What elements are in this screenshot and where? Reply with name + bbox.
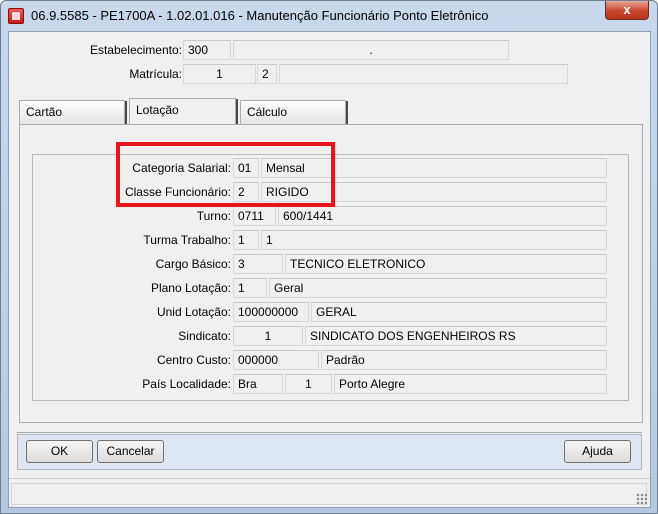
turno-label: Turno:	[196, 209, 231, 223]
matricula-field-2[interactable]: 2	[257, 64, 277, 84]
sindicato-desc-field[interactable]: SINDICATO DOS ENGENHEIROS RS	[305, 326, 607, 346]
turma-trabalho-code-field[interactable]: 1	[233, 230, 259, 250]
unid-lotacao-code-field[interactable]: 100000000	[233, 302, 309, 322]
app-window: 06.9.5585 - PE1700A - 1.02.01.016 - Manu…	[0, 0, 658, 514]
tab-lotacao-label: Lotação	[136, 103, 179, 117]
app-icon	[8, 8, 24, 24]
centro-custo-code-field[interactable]: 000000	[233, 350, 319, 370]
client-area: Estabelecimento: 300 . Matrícula: 1 2 Ca…	[8, 31, 651, 508]
tab-lotacao[interactable]: Lotação	[129, 98, 238, 124]
tab-divider	[125, 101, 127, 124]
matricula-field-1[interactable]: 1	[183, 64, 256, 84]
highlight-box	[116, 142, 335, 207]
sindicato-code-field[interactable]: 1	[233, 326, 303, 346]
tab-cartao-label: Cartão	[26, 105, 63, 119]
turno-code-field[interactable]: 0711	[233, 206, 276, 226]
help-button[interactable]: Ajuda	[564, 440, 631, 463]
close-button[interactable]: x	[605, 1, 649, 20]
cargo-basico-code-field[interactable]: 3	[233, 254, 283, 274]
plano-lotacao-label: Plano Lotação:	[150, 281, 231, 295]
estabelecimento-label: Estabelecimento:	[89, 43, 182, 57]
matricula-label: Matrícula:	[129, 67, 182, 81]
turno-desc-field[interactable]: 600/1441	[278, 206, 607, 226]
cargo-basico-desc-field[interactable]: TECNICO ELETRONICO	[285, 254, 607, 274]
pais-localidade-label: País Localidade:	[142, 377, 231, 391]
plano-lotacao-desc-field[interactable]: Geral	[269, 278, 607, 298]
localidade-code-field[interactable]: 1	[285, 374, 332, 394]
status-bar	[9, 478, 650, 507]
ok-button[interactable]: OK	[26, 440, 93, 463]
estabelecimento-code-field[interactable]: 300	[183, 40, 231, 60]
close-icon: x	[623, 2, 631, 17]
tab-calculo[interactable]: Cálculo	[240, 100, 348, 124]
status-cell	[11, 483, 647, 505]
localidade-desc-field[interactable]: Porto Alegre	[334, 374, 607, 394]
resize-grip-icon[interactable]	[636, 493, 647, 504]
estabelecimento-desc-field[interactable]: .	[233, 40, 509, 60]
turma-trabalho-desc-field[interactable]: 1	[261, 230, 607, 250]
tab-divider	[236, 99, 238, 124]
cancel-button[interactable]: Cancelar	[97, 440, 164, 463]
cargo-basico-label: Cargo Básico:	[155, 257, 231, 271]
bottom-separator	[17, 432, 642, 433]
centro-custo-desc-field[interactable]: Padrão	[321, 350, 607, 370]
unid-lotacao-desc-field[interactable]: GERAL	[311, 302, 607, 322]
centro-custo-label: Centro Custo:	[156, 353, 231, 367]
tab-calculo-label: Cálculo	[247, 105, 288, 119]
tab-divider	[346, 101, 348, 124]
button-bar: OK Cancelar Ajuda	[17, 434, 642, 470]
window-title: 06.9.5585 - PE1700A - 1.02.01.016 - Manu…	[31, 8, 489, 23]
tab-cartao[interactable]: Cartão	[19, 100, 127, 124]
turma-trabalho-label: Turma Trabalho:	[143, 233, 231, 247]
matricula-field-3[interactable]	[279, 64, 568, 84]
sindicato-label: Sindicato:	[178, 329, 231, 343]
plano-lotacao-code-field[interactable]: 1	[233, 278, 267, 298]
pais-code-field[interactable]: Bra	[233, 374, 283, 394]
unid-lotacao-label: Unid Lotação:	[156, 305, 231, 319]
title-bar[interactable]: 06.9.5585 - PE1700A - 1.02.01.016 - Manu…	[1, 1, 657, 31]
